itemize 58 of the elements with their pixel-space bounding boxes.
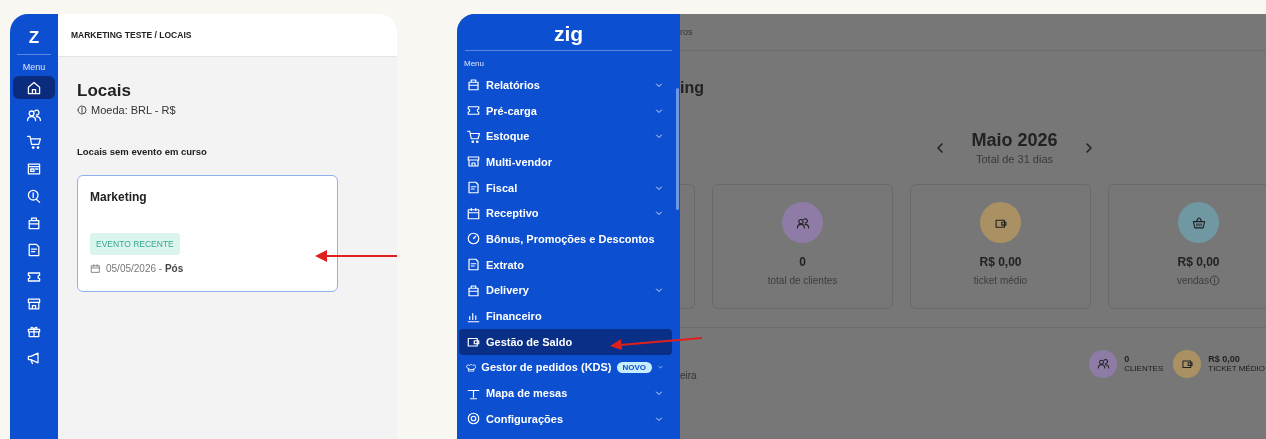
venue-card[interactable]: Marketing EVENTO RECENTE 05/05/2026 - Pós (77, 175, 338, 292)
bag-icon (466, 282, 481, 298)
event-date: 05/05/2026 - Pós (106, 263, 184, 274)
section-title: eira (680, 370, 697, 381)
summary-value: 0 (1124, 354, 1131, 364)
document-icon (26, 241, 42, 258)
document-icon (466, 257, 481, 273)
summary-label: CLIENTES (1124, 364, 1164, 373)
page-title: ing (680, 79, 705, 97)
scrollbar[interactable] (676, 88, 679, 210)
menu-item[interactable]: Multi-vendor (459, 149, 672, 175)
menu-item[interactable]: Relatórios (459, 72, 672, 98)
venue-name: Marketing (90, 190, 147, 204)
stat-value: R$ 0,00 (979, 255, 1022, 269)
logo: Z (17, 28, 51, 55)
sidebar-item[interactable] (13, 76, 55, 99)
menu-label: Menu (464, 59, 485, 68)
logo: zig (465, 22, 672, 51)
gauge-icon (466, 231, 481, 247)
menu-item[interactable]: Mapa de mesas (459, 380, 672, 406)
status-badge: EVENTO RECENTE (90, 233, 180, 255)
new-badge: NOVO (616, 361, 653, 373)
chevron-right-icon[interactable] (1083, 141, 1094, 154)
menu-item[interactable]: Pré-carga (459, 97, 672, 124)
menu-item[interactable]: Gestor de pedidos (KDS) NOVO (459, 354, 672, 381)
calendar-icon (90, 263, 101, 274)
page-title: Locais (77, 81, 132, 101)
bag-icon (466, 77, 481, 93)
menu-item[interactable]: Extrato (459, 251, 672, 278)
cart-icon (26, 133, 42, 150)
breadcrumb: ros (680, 27, 693, 37)
document-icon (466, 180, 481, 196)
summary-label: TICKET MÉDIO (1208, 364, 1265, 373)
summary-value: R$ 0,00 (1208, 354, 1241, 364)
stat-label: vendas (1176, 275, 1210, 286)
house-icon (26, 79, 42, 96)
section-title: Locais sem evento em curso (77, 146, 208, 157)
month-title: Maio 2026 (971, 130, 1058, 151)
menu-item[interactable]: Bônus, Promoções e Descontos (459, 226, 672, 252)
chevron-left-icon[interactable] (935, 141, 946, 154)
info-icon (1209, 275, 1221, 286)
menu-item[interactable]: Receptivo (459, 200, 672, 227)
menu-item[interactable]: Configurações (459, 405, 672, 432)
settings-icon (466, 411, 481, 427)
cart-icon (466, 128, 481, 144)
menu-item[interactable]: Estoque (459, 123, 672, 150)
menu-item[interactable]: Financeiro (459, 303, 672, 329)
menu-item[interactable]: Delivery (459, 277, 672, 304)
menu-label: Menu (22, 62, 46, 72)
stat-value: 0 (799, 255, 806, 269)
calendar-icon (466, 205, 481, 221)
month-subtitle: Total de 31 dias (975, 153, 1053, 165)
stat-value: R$ 0,00 (1177, 255, 1220, 269)
menu-item[interactable]: Gestão de Saldo (459, 328, 672, 355)
menu-item[interactable]: Fiscal (459, 174, 672, 201)
breadcrumb: MARKETING TESTE / LOCAIS (71, 30, 192, 40)
store-icon (466, 154, 481, 170)
currency-label: Moeda: BRL - R$ (91, 104, 176, 116)
